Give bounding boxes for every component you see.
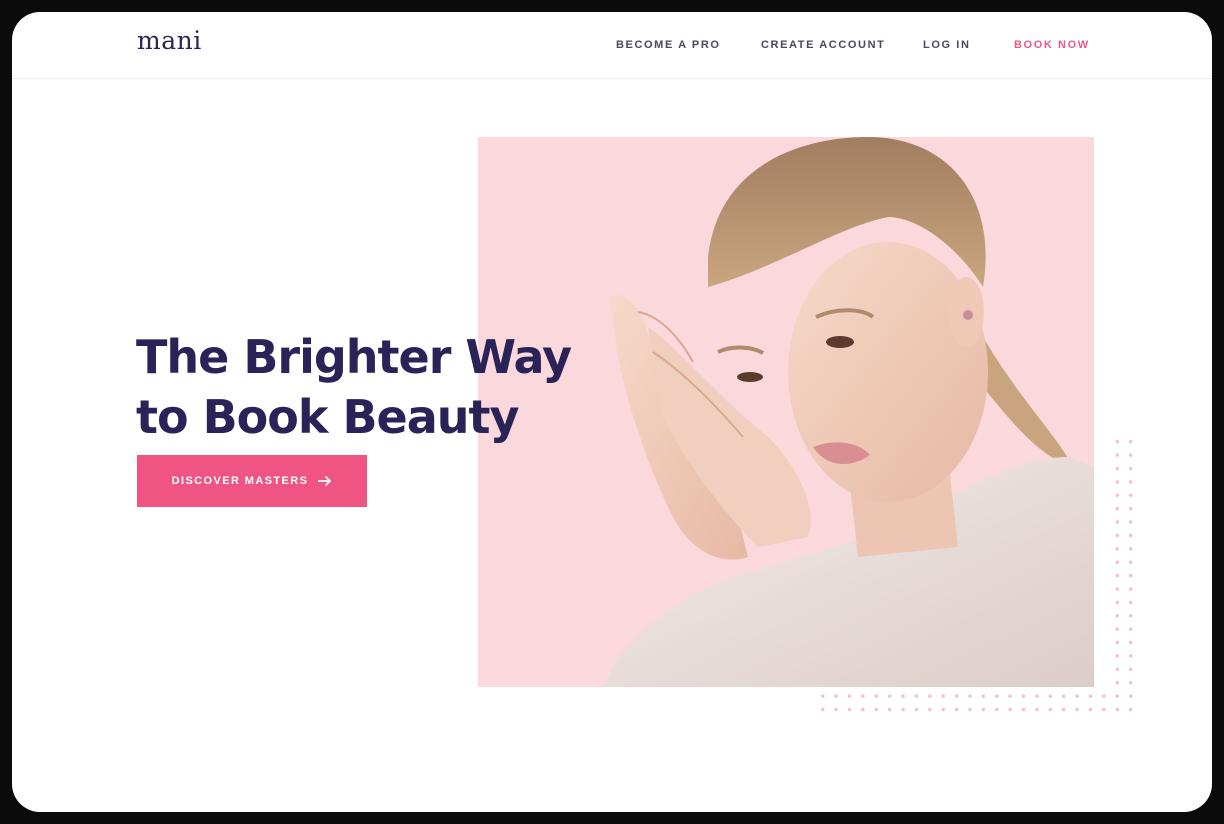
nav-log-in[interactable]: LOG IN <box>923 39 971 51</box>
hero-headline: The Brighter Way to Book Beauty <box>136 327 616 447</box>
discover-masters-button[interactable]: DISCOVER MASTERS <box>137 455 367 507</box>
site-header: mani BECOME A PRO CREATE ACCOUNT LOG IN … <box>12 12 1212 79</box>
discover-masters-label: DISCOVER MASTERS <box>171 475 309 487</box>
arrow-right-icon <box>318 476 332 486</box>
headline-line-2: to Book Beauty <box>136 389 520 444</box>
brand-logo[interactable]: mani <box>137 26 202 55</box>
nav-become-pro[interactable]: BECOME A PRO <box>616 39 721 51</box>
nav-create-account[interactable]: CREATE ACCOUNT <box>761 39 885 51</box>
browser-frame: mani BECOME A PRO CREATE ACCOUNT LOG IN … <box>12 12 1212 812</box>
nav-book-now[interactable]: BOOK NOW <box>1014 39 1090 51</box>
headline-line-1: The Brighter Way <box>136 329 572 384</box>
